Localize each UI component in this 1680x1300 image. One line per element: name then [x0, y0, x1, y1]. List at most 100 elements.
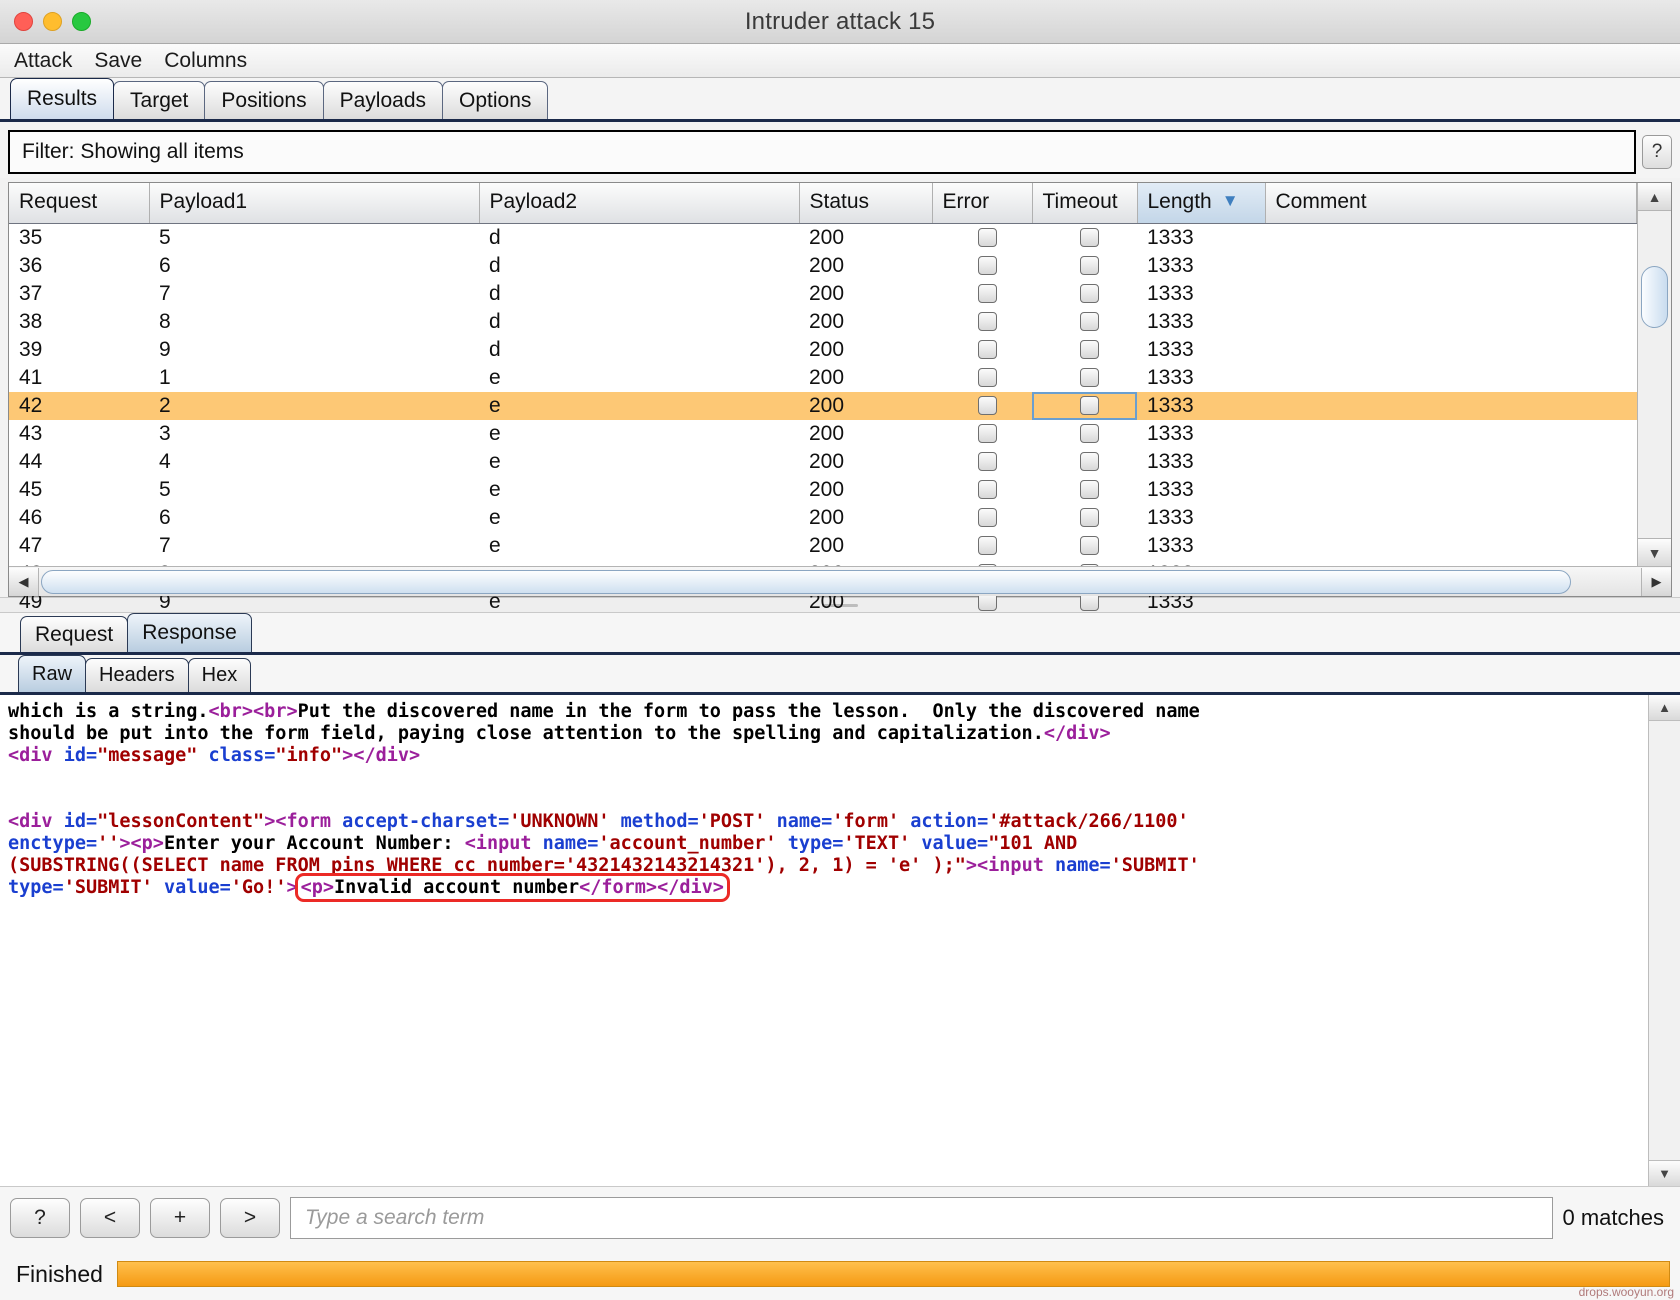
- cell-timeout[interactable]: [1032, 280, 1137, 308]
- cell-payload2[interactable]: d: [479, 308, 799, 336]
- cell-error[interactable]: [932, 223, 1032, 252]
- table-row[interactable]: 466e2001333: [9, 504, 1637, 532]
- tab-raw[interactable]: Raw: [18, 655, 86, 692]
- cell-comment[interactable]: [1265, 308, 1637, 336]
- checkbox-icon[interactable]: [978, 340, 997, 359]
- cell-payload2[interactable]: d: [479, 280, 799, 308]
- cell-status[interactable]: 200: [799, 223, 932, 252]
- cell-request[interactable]: 46: [9, 504, 149, 532]
- column-header-request[interactable]: Request: [9, 183, 149, 223]
- checkbox-icon[interactable]: [1080, 340, 1099, 359]
- checkbox-icon[interactable]: [1080, 228, 1099, 247]
- cell-timeout[interactable]: [1032, 532, 1137, 560]
- checkbox-icon[interactable]: [1080, 480, 1099, 499]
- checkbox-icon[interactable]: [1080, 508, 1099, 527]
- cell-timeout[interactable]: [1032, 364, 1137, 392]
- checkbox-icon[interactable]: [1080, 256, 1099, 275]
- cell-payload1[interactable]: 8: [149, 308, 479, 336]
- tab-response[interactable]: Response: [127, 613, 252, 652]
- checkbox-icon[interactable]: [1080, 368, 1099, 387]
- results-horizontal-scrollbar[interactable]: ◀ ▶: [9, 566, 1671, 596]
- cell-error[interactable]: [932, 448, 1032, 476]
- cell-length[interactable]: 1333: [1137, 280, 1265, 308]
- cell-payload1[interactable]: 5: [149, 476, 479, 504]
- cell-length[interactable]: 1333: [1137, 252, 1265, 280]
- search-add-button[interactable]: +: [150, 1198, 210, 1238]
- cell-length[interactable]: 1333: [1137, 476, 1265, 504]
- tab-target[interactable]: Target: [113, 81, 205, 119]
- results-vertical-scrollbar[interactable]: ▲ ▼: [1637, 183, 1671, 566]
- cell-request[interactable]: 37: [9, 280, 149, 308]
- checkbox-icon[interactable]: [978, 396, 997, 415]
- cell-comment[interactable]: [1265, 223, 1637, 252]
- cell-length[interactable]: 1333: [1137, 392, 1265, 420]
- cell-request[interactable]: 44: [9, 448, 149, 476]
- cell-timeout[interactable]: [1032, 223, 1137, 252]
- cell-status[interactable]: 200: [799, 448, 932, 476]
- checkbox-icon[interactable]: [978, 256, 997, 275]
- table-row[interactable]: 377d2001333: [9, 280, 1637, 308]
- cell-request[interactable]: 47: [9, 532, 149, 560]
- table-row[interactable]: 422e2001333: [9, 392, 1637, 420]
- response-scroll-track[interactable]: [1649, 721, 1680, 1160]
- scroll-up-button[interactable]: ▲: [1638, 183, 1671, 211]
- horizontal-scroll-thumb[interactable]: [41, 570, 1571, 594]
- cell-payload2[interactable]: e: [479, 364, 799, 392]
- cell-length[interactable]: 1333: [1137, 364, 1265, 392]
- cell-payload2[interactable]: e: [479, 392, 799, 420]
- vertical-scroll-thumb[interactable]: [1641, 266, 1668, 328]
- scroll-right-button[interactable]: ▶: [1641, 568, 1671, 596]
- cell-payload1[interactable]: 3: [149, 420, 479, 448]
- table-row[interactable]: 388d2001333: [9, 308, 1637, 336]
- cell-comment[interactable]: [1265, 532, 1637, 560]
- cell-timeout[interactable]: [1032, 448, 1137, 476]
- cell-request[interactable]: 42: [9, 392, 149, 420]
- checkbox-icon[interactable]: [978, 508, 997, 527]
- cell-comment[interactable]: [1265, 280, 1637, 308]
- checkbox-icon[interactable]: [978, 452, 997, 471]
- search-next-button[interactable]: >: [220, 1198, 280, 1238]
- cell-error[interactable]: [932, 392, 1032, 420]
- cell-request[interactable]: 43: [9, 420, 149, 448]
- cell-error[interactable]: [932, 252, 1032, 280]
- tab-payloads[interactable]: Payloads: [323, 81, 443, 119]
- cell-error[interactable]: [932, 504, 1032, 532]
- cell-comment[interactable]: [1265, 364, 1637, 392]
- response-scroll-up-button[interactable]: ▲: [1649, 695, 1680, 721]
- cell-error[interactable]: [932, 280, 1032, 308]
- cell-comment[interactable]: [1265, 336, 1637, 364]
- cell-comment[interactable]: [1265, 504, 1637, 532]
- cell-payload1[interactable]: 7: [149, 532, 479, 560]
- table-row[interactable]: 477e2001333: [9, 532, 1637, 560]
- cell-payload2[interactable]: e: [479, 532, 799, 560]
- filter-help-icon[interactable]: ?: [1642, 135, 1672, 169]
- checkbox-icon[interactable]: [1080, 536, 1099, 555]
- response-raw-text[interactable]: which is a string.<br><br>Put the discov…: [0, 695, 1648, 1186]
- checkbox-icon[interactable]: [1080, 312, 1099, 331]
- checkbox-icon[interactable]: [978, 424, 997, 443]
- cell-payload2[interactable]: e: [479, 504, 799, 532]
- cell-error[interactable]: [932, 336, 1032, 364]
- scroll-down-button[interactable]: ▼: [1638, 538, 1671, 566]
- cell-error[interactable]: [932, 476, 1032, 504]
- cell-length[interactable]: 1333: [1137, 532, 1265, 560]
- cell-error[interactable]: [932, 532, 1032, 560]
- cell-status[interactable]: 200: [799, 336, 932, 364]
- checkbox-icon[interactable]: [978, 312, 997, 331]
- tab-headers[interactable]: Headers: [85, 658, 189, 692]
- checkbox-icon[interactable]: [1080, 424, 1099, 443]
- checkbox-icon[interactable]: [978, 228, 997, 247]
- cell-timeout[interactable]: [1032, 420, 1137, 448]
- cell-payload2[interactable]: d: [479, 252, 799, 280]
- cell-length[interactable]: 1333: [1137, 223, 1265, 252]
- cell-payload2[interactable]: e: [479, 476, 799, 504]
- menu-item-columns[interactable]: Columns: [164, 49, 247, 73]
- cell-request[interactable]: 45: [9, 476, 149, 504]
- search-previous-button[interactable]: <: [80, 1198, 140, 1238]
- cell-payload2[interactable]: d: [479, 336, 799, 364]
- checkbox-icon[interactable]: [978, 368, 997, 387]
- cell-request[interactable]: 38: [9, 308, 149, 336]
- cell-comment[interactable]: [1265, 420, 1637, 448]
- cell-request[interactable]: 36: [9, 252, 149, 280]
- cell-timeout[interactable]: [1032, 252, 1137, 280]
